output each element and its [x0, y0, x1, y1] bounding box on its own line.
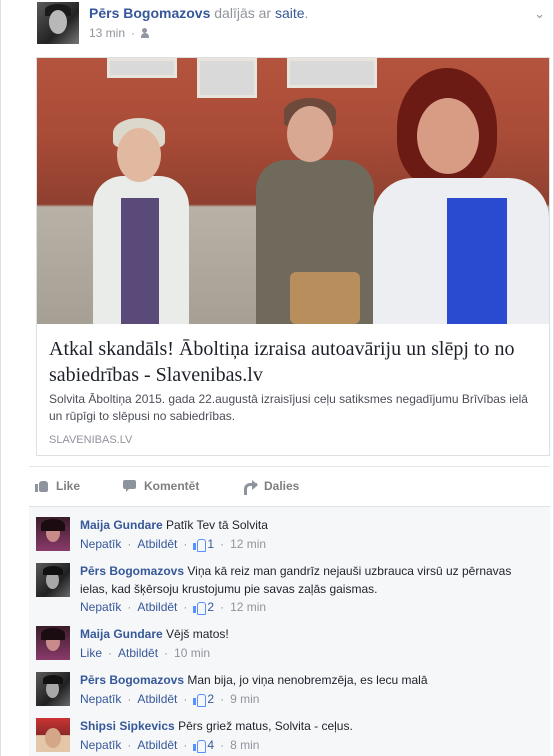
reply-link[interactable]: Atbildēt	[137, 692, 177, 706]
comment-text: Man bija, jo viņa nenobremzēja, es lecu …	[187, 673, 428, 687]
like-button[interactable]: Like	[35, 479, 80, 493]
post-actions-bar: Like Komentēt Dalies	[29, 466, 549, 506]
chevron-down-icon[interactable]: ⌄	[534, 6, 545, 22]
news-feed-post: Pērs Bogomazovs dalījās ar saite. 13 min…	[0, 0, 554, 756]
reply-link[interactable]: Atbildēt	[137, 600, 177, 614]
commenter-avatar[interactable]	[36, 517, 70, 551]
link-title[interactable]: Atkal skandāls! Āboltiņa izraisa autoavā…	[49, 336, 539, 388]
commenter-name[interactable]: Pērs Bogomazovs	[80, 564, 184, 578]
reply-link[interactable]: Atbildēt	[137, 537, 177, 551]
share-button[interactable]: Dalies	[243, 479, 299, 495]
unlike-link[interactable]: Nepatīk	[80, 537, 121, 551]
like-count[interactable]: 4	[207, 738, 214, 752]
comment-button[interactable]: Komentēt	[123, 479, 199, 493]
like-link[interactable]: Like	[80, 646, 102, 660]
thumbs-up-icon	[35, 480, 49, 492]
comment-meta: Like · Atbildēt · 10 min	[80, 646, 211, 660]
author-avatar[interactable]	[37, 2, 79, 44]
comment-text: Pērs griež matus, Solvita - ceļus.	[178, 719, 353, 733]
post-author-line: Pērs Bogomazovs dalījās ar saite.	[89, 5, 309, 21]
comment-time[interactable]: 12 min	[230, 537, 266, 551]
commenter-name[interactable]: Pērs Bogomazovs	[80, 673, 184, 687]
post-header: Pērs Bogomazovs dalījās ar saite. 13 min…	[37, 2, 547, 46]
friends-icon[interactable]	[141, 28, 153, 38]
comment-time[interactable]: 9 min	[230, 692, 259, 706]
comment-time[interactable]: 8 min	[230, 738, 259, 752]
commenter-name[interactable]: Maija Gundare	[80, 518, 163, 532]
commenter-avatar[interactable]	[36, 563, 70, 597]
commenter-name[interactable]: Maija Gundare	[80, 627, 163, 641]
link-description: Solvita Āboltiņa 2015. gada 22.augustā i…	[49, 392, 528, 423]
commenter-avatar[interactable]	[36, 718, 70, 752]
comment-meta: Nepatīk · Atbildēt · 2 · 9 min	[80, 692, 260, 707]
like-count[interactable]: 2	[207, 692, 214, 706]
unlike-link[interactable]: Nepatīk	[80, 692, 121, 706]
comment-text: Patīk Tev tā Solvita	[166, 518, 268, 532]
like-count[interactable]: 1	[207, 537, 214, 551]
share-icon	[243, 480, 258, 495]
link-domain: SLAVENIBAS.LV	[49, 434, 133, 446]
post-meta: 13 min ·	[89, 26, 153, 40]
comment-time[interactable]: 12 min	[230, 600, 266, 614]
link-preview-card[interactable]: Atkal skandāls! Āboltiņa izraisa autoavā…	[36, 57, 550, 456]
comment-meta: Nepatīk · Atbildēt · 2 · 12 min	[80, 600, 267, 615]
comment-meta: Nepatīk · Atbildēt · 4 · 8 min	[80, 738, 260, 753]
comment-meta: Nepatīk · Atbildēt · 1 · 12 min	[80, 537, 267, 552]
comment-icon	[123, 480, 137, 492]
post-time-link[interactable]: 13 min	[89, 26, 125, 40]
comment-time[interactable]: 10 min	[174, 646, 210, 660]
unlike-link[interactable]: Nepatīk	[80, 600, 121, 614]
like-count-icon[interactable]	[193, 538, 207, 552]
like-count-icon[interactable]	[193, 693, 207, 707]
reply-link[interactable]: Atbildēt	[118, 646, 158, 660]
like-count-icon[interactable]	[193, 739, 207, 753]
like-count[interactable]: 2	[207, 600, 214, 614]
commenter-avatar[interactable]	[36, 672, 70, 706]
author-name-link[interactable]: Pērs Bogomazovs	[89, 5, 210, 21]
comment-text: Vējš matos!	[166, 627, 229, 641]
shared-text: dalījās ar	[214, 5, 272, 21]
commenter-name[interactable]: Shipsi Sipkevics	[80, 719, 175, 733]
comments-section: Maija Gundare Patīk Tev tā Solvita Nepat…	[29, 506, 550, 756]
shared-link[interactable]: saite	[275, 5, 305, 21]
like-count-icon[interactable]	[193, 601, 207, 615]
link-preview-image[interactable]	[37, 58, 549, 324]
reply-link[interactable]: Atbildēt	[137, 738, 177, 752]
unlike-link[interactable]: Nepatīk	[80, 738, 121, 752]
commenter-avatar[interactable]	[36, 626, 70, 660]
